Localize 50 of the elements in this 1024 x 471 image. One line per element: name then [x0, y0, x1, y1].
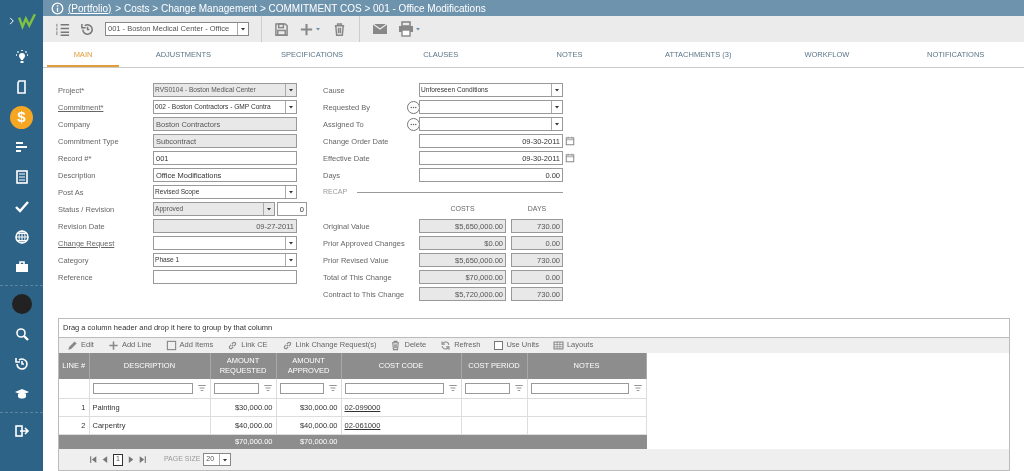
- filter-icon[interactable]: [513, 383, 524, 394]
- refresh-icon: [440, 339, 452, 351]
- filter-field[interactable]: [92, 382, 193, 394]
- pencil-icon: [67, 339, 78, 351]
- user-avatar[interactable]: [11, 294, 32, 314]
- dropdown-field[interactable]: [419, 100, 563, 115]
- filter-field[interactable]: [464, 382, 510, 394]
- list-icon[interactable]: [55, 21, 70, 37]
- filter-field[interactable]: [213, 382, 259, 394]
- globe-icon[interactable]: [13, 229, 30, 245]
- sign-out-icon[interactable]: [13, 423, 30, 439]
- filter-icon[interactable]: [632, 383, 643, 394]
- dropdown-field[interactable]: [419, 117, 563, 132]
- previous-page-icon[interactable]: [101, 455, 110, 464]
- plus-icon[interactable]: [299, 21, 314, 37]
- logo-icon: [18, 12, 36, 30]
- input-field[interactable]: [153, 270, 297, 285]
- filter-field[interactable]: [344, 382, 444, 394]
- filter-icon[interactable]: [327, 383, 338, 394]
- checkmark-icon[interactable]: [13, 199, 30, 215]
- filter-icon[interactable]: [196, 383, 207, 394]
- trash-icon: [390, 339, 402, 351]
- history-icon[interactable]: [80, 21, 95, 37]
- save-icon[interactable]: [274, 21, 289, 37]
- lightbulb-icon[interactable]: [13, 49, 30, 65]
- dropdown-field[interactable]: [153, 236, 297, 251]
- search-icon[interactable]: [13, 326, 30, 342]
- table-icon: [552, 339, 564, 351]
- link-icon: [227, 339, 239, 351]
- first-page-icon[interactable]: [89, 455, 98, 464]
- filter-field[interactable]: [530, 382, 629, 394]
- breadcrumb-link[interactable]: (Portfolio): [68, 0, 112, 16]
- bars-icon[interactable]: [13, 139, 30, 155]
- calendar-icon[interactable]: [565, 153, 575, 164]
- building-icon[interactable]: [13, 169, 30, 185]
- printer-icon[interactable]: [398, 21, 414, 38]
- calendar-icon[interactable]: [565, 136, 575, 147]
- info-icon[interactable]: [51, 1, 64, 15]
- history-icon[interactable]: [13, 356, 30, 372]
- trash-icon[interactable]: [332, 21, 347, 37]
- expand-icon[interactable]: [7, 16, 17, 26]
- briefcase-icon[interactable]: [13, 259, 30, 275]
- link-icon: [281, 339, 293, 351]
- square-icon: [165, 339, 177, 351]
- plus-icon: [107, 339, 119, 351]
- filter-icon[interactable]: [447, 383, 458, 394]
- filter-field[interactable]: [279, 382, 324, 394]
- last-page-icon[interactable]: [137, 455, 147, 464]
- breadcrumb-text: > Costs > Change Management > COMMITMENT COS > 001 - Office Modifications: [115, 1, 486, 16]
- filter-icon[interactable]: [262, 383, 273, 394]
